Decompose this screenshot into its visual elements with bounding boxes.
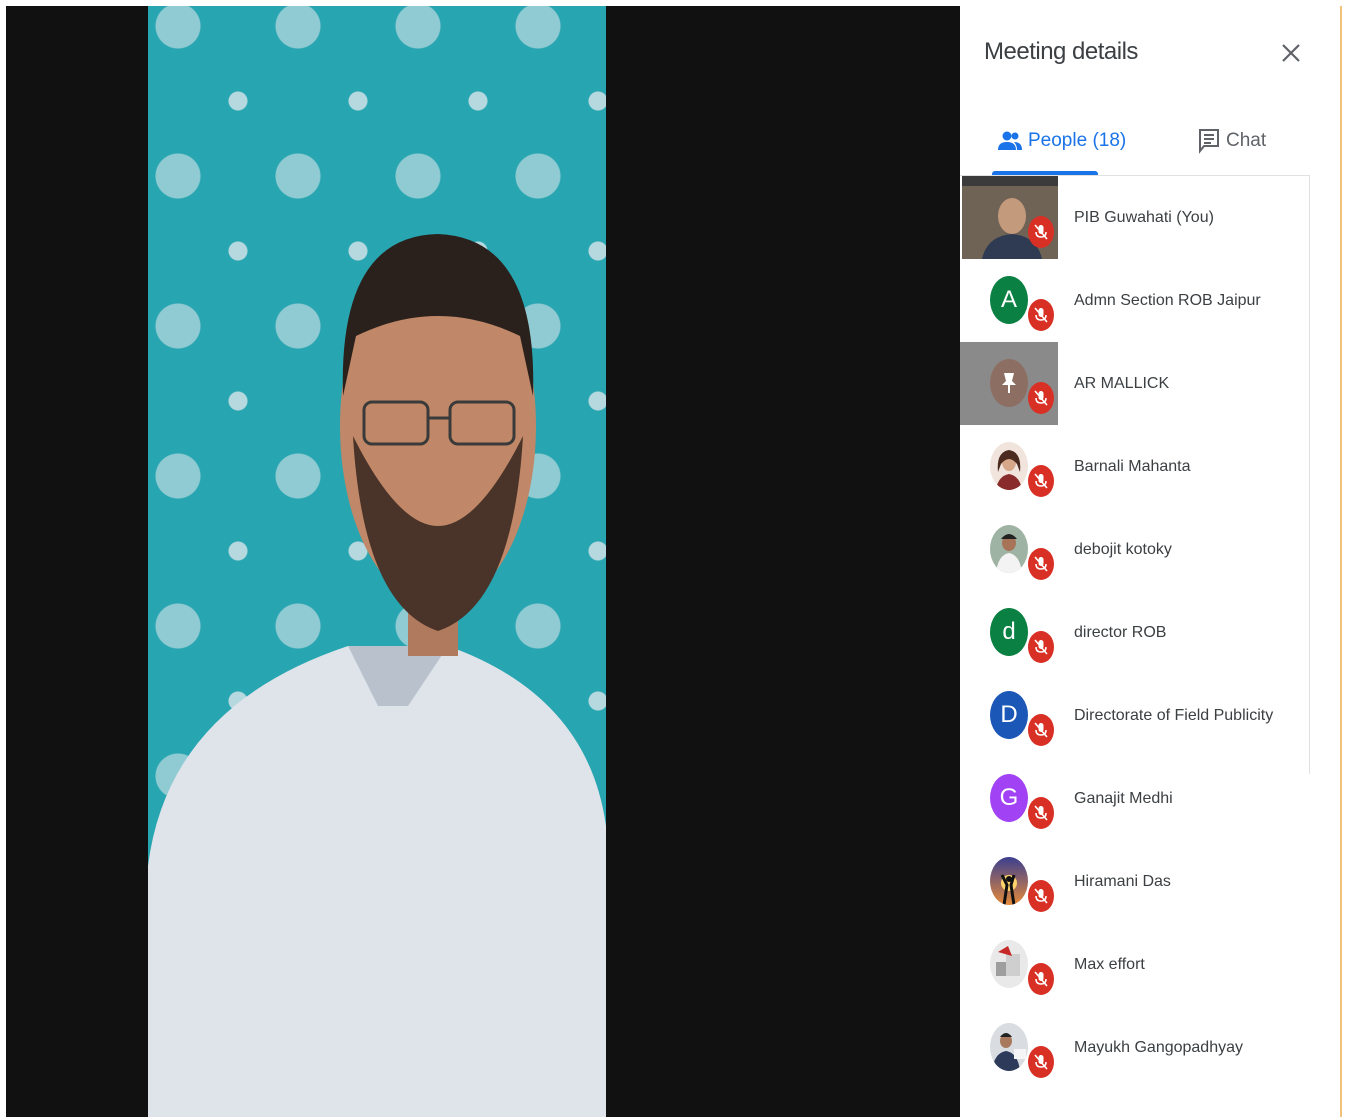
window-edge <box>1340 6 1342 1117</box>
mic-off-icon <box>1028 963 1054 995</box>
participant-row[interactable]: A Admn Section ROB Jaipur <box>960 259 1310 342</box>
participant-row[interactable]: Hiramani Das <box>960 840 1310 923</box>
close-icon <box>1282 44 1300 62</box>
participant-row[interactable]: Max effort <box>960 923 1310 1006</box>
participant-name: debojit kotoky <box>1074 540 1172 558</box>
close-button[interactable] <box>1276 38 1306 68</box>
list-scroll-track[interactable] <box>1309 176 1310 774</box>
participant-row[interactable]: G Ganajit Medhi <box>960 757 1310 840</box>
main-video-stage <box>6 6 960 1117</box>
participant-row[interactable]: PIB Guwahati (You) <box>960 176 1310 259</box>
avatar <box>990 359 1028 407</box>
people-icon <box>998 131 1022 150</box>
participant-name: Barnali Mahanta <box>1074 457 1191 475</box>
participant-list: PIB Guwahati (You) A Admn Section ROB Ja… <box>960 176 1310 1089</box>
tab-people[interactable]: People (18) <box>998 108 1126 174</box>
participant-name: director ROB <box>1074 623 1167 641</box>
mic-off-icon <box>1028 465 1054 497</box>
mic-off-icon <box>1028 216 1054 248</box>
participant-name: Hiramani Das <box>1074 872 1171 890</box>
participant-row[interactable]: Barnali Mahanta <box>960 425 1310 508</box>
avatar <box>990 1023 1028 1071</box>
tab-chat-label: Chat <box>1226 130 1267 151</box>
mic-off-icon <box>1028 382 1054 414</box>
chat-icon <box>1199 129 1219 154</box>
meeting-details-panel: Meeting details People (18) Chat PIB Guw… <box>960 0 1310 1117</box>
mic-off-icon <box>1028 1046 1054 1078</box>
avatar: d <box>990 608 1028 656</box>
participant-name: Ganajit Medhi <box>1074 789 1173 807</box>
person-figure <box>148 234 606 1117</box>
mic-off-icon <box>1028 548 1054 580</box>
participant-name: Mayukh Gangopadhyay <box>1074 1038 1243 1056</box>
participant-row[interactable]: debojit kotoky <box>960 508 1310 591</box>
participant-row[interactable]: D Directorate of Field Publicity <box>960 674 1310 757</box>
panel-tabs: People (18) Chat <box>960 108 1310 176</box>
participant-name: AR MALLICK <box>1074 374 1170 392</box>
avatar <box>990 525 1028 573</box>
participant-row[interactable]: Mayukh Gangopadhyay <box>960 1006 1310 1089</box>
avatar <box>990 857 1028 905</box>
avatar: G <box>990 774 1028 822</box>
avatar: D <box>990 691 1028 739</box>
participant-name: Admn Section ROB Jaipur <box>1074 291 1261 309</box>
mic-off-icon <box>1028 880 1054 912</box>
participant-row[interactable]: AR MALLICK <box>960 342 1310 425</box>
participant-row[interactable]: d director ROB <box>960 591 1310 674</box>
participant-name: PIB Guwahati (You) <box>1074 208 1214 226</box>
pin-icon <box>1002 373 1016 393</box>
panel-title: Meeting details <box>984 38 1138 65</box>
avatar <box>990 940 1028 988</box>
avatar: A <box>990 276 1028 324</box>
mic-off-icon <box>1028 631 1054 663</box>
mic-off-icon <box>1028 299 1054 331</box>
avatar <box>990 442 1028 490</box>
participant-video[interactable] <box>148 6 606 1117</box>
mic-off-icon <box>1028 797 1054 829</box>
participant-name: Directorate of Field Publicity <box>1074 706 1274 724</box>
participant-name: Max effort <box>1074 955 1145 973</box>
tab-people-label: People (18) <box>1028 130 1127 151</box>
mic-off-icon <box>1028 714 1054 746</box>
tab-chat[interactable]: Chat <box>1198 108 1266 174</box>
